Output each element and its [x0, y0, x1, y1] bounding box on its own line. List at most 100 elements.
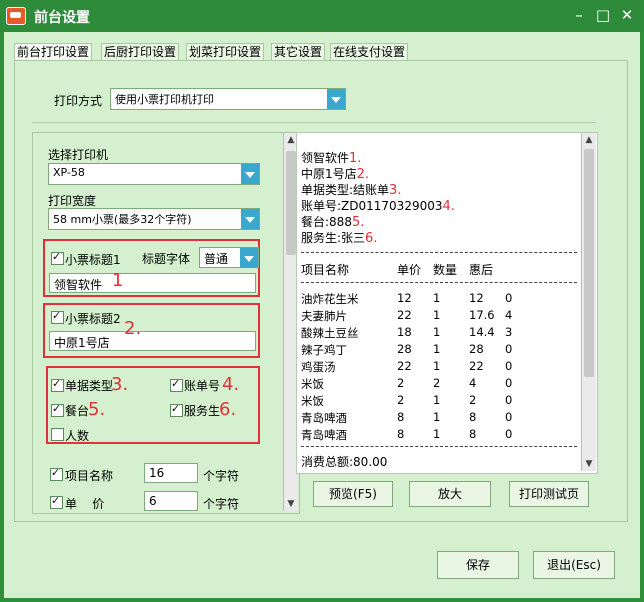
preview-button[interactable]: 预览(F5) [313, 481, 393, 507]
print-mode-value: 使用小票打印机打印 [115, 93, 214, 106]
preview-cell: 28 [469, 342, 484, 356]
preview-cell: 1 [433, 308, 441, 322]
print-test-button[interactable]: 打印测试页 [509, 481, 589, 507]
preview-line-2: 中原1号店2. [301, 167, 370, 182]
preview-cell: 0 [505, 376, 513, 390]
table-label: 餐台 [65, 404, 90, 418]
preview-cell: 2 [469, 393, 477, 407]
price-checkbox[interactable] [50, 494, 63, 509]
preview-cell: 夫妻肺片 [301, 309, 347, 323]
preview-cell: 1 [433, 325, 441, 339]
preview-cell: 0 [505, 427, 513, 441]
bill-no-checkbox[interactable] [170, 377, 183, 392]
preview-cell: 22 [397, 308, 412, 322]
waiter-label: 服务生 [184, 404, 221, 418]
preview-cell: 1 [433, 427, 441, 441]
col-price: 单价 [397, 263, 422, 277]
preview-cell: 0 [505, 342, 513, 356]
annotation-6: 6. [219, 399, 237, 420]
preview-line-6: 服务生:张三6. [301, 231, 378, 246]
print-width-select[interactable]: 58 mm小票(最多32个字符) [48, 208, 260, 230]
item-name-width-input[interactable]: 16 [144, 463, 198, 483]
maximize-button[interactable]: □ [594, 6, 612, 24]
guests-checkbox[interactable] [51, 428, 64, 441]
preview-cell: 鸡蛋汤 [301, 360, 336, 374]
preview-cell: 辣子鸡丁 [301, 343, 347, 357]
printer-select[interactable]: XP-58 [48, 163, 260, 185]
preview-cell: 18 [397, 325, 412, 339]
guests-label: 人数 [65, 429, 90, 443]
preview-line-3: 单据类型:结账单3. [301, 183, 402, 198]
bill-type-checkbox[interactable] [51, 377, 64, 392]
tab-kitchen-print[interactable]: 后厨打印设置 [101, 43, 180, 61]
item-name-width-value: 16 [149, 466, 165, 480]
preview-cell: 22 [397, 359, 412, 373]
preview-cell: 米饭 [301, 394, 324, 408]
minimize-button[interactable]: – [570, 6, 588, 24]
preview-cell: 2 [397, 376, 405, 390]
printer-value: XP-58 [53, 166, 85, 179]
ticket-title2-checkbox[interactable] [51, 309, 64, 324]
scroll-thumb[interactable] [286, 151, 296, 255]
ticket-title2-input[interactable]: 中原1号店 [49, 331, 256, 351]
print-mode-label: 打印方式 [54, 94, 103, 108]
tab-dish-print[interactable]: 划菜打印设置 [186, 43, 265, 61]
item-name-unit: 个字符 [203, 469, 240, 483]
preview-cell: 17.6 [469, 308, 495, 322]
preview-cell: 1 [433, 359, 441, 373]
waiter-checkbox[interactable] [170, 402, 183, 417]
preview-scrollbar[interactable]: ▲ ▼ [581, 133, 596, 471]
preview-cell: 2 [433, 376, 441, 390]
col-qty: 数量 [433, 263, 458, 277]
price-width-input[interactable]: 6 [144, 491, 198, 511]
preview-cell: 3 [505, 325, 513, 339]
annotation-3: 3. [111, 374, 129, 395]
zoom-button[interactable]: 放大 [409, 481, 491, 507]
preview-cell: 油炸花生米 [301, 292, 359, 306]
chevron-down-icon [327, 89, 345, 109]
preview-cell: 4 [469, 376, 477, 390]
annotation-1: 1 [112, 270, 124, 291]
table-checkbox[interactable] [51, 402, 64, 417]
scroll-down-icon[interactable]: ▼ [582, 457, 596, 471]
preview-cell: 8 [397, 410, 405, 424]
tab-front-print[interactable]: 前台打印设置 [14, 43, 93, 61]
preview-cell: 12 [469, 291, 484, 305]
print-mode-select[interactable]: 使用小票打印机打印 [110, 88, 346, 110]
preview-cell: 1 [433, 410, 441, 424]
price-unit: 个字符 [203, 497, 240, 511]
tab-other[interactable]: 其它设置 [271, 43, 326, 61]
preview-cell: 青岛啤酒 [301, 411, 347, 425]
preview-cell: 0 [505, 291, 513, 305]
col-discounted: 惠后 [469, 263, 494, 277]
save-button[interactable]: 保存 [437, 551, 519, 579]
col-item-name: 项目名称 [301, 263, 350, 277]
chevron-down-icon [241, 164, 259, 184]
price-width-value: 6 [149, 494, 157, 508]
ticket-title1-label: 小票标题1 [65, 253, 121, 267]
exit-button[interactable]: 退出(Esc) [533, 551, 615, 579]
preview-cell: 0 [505, 410, 513, 424]
tab-online-pay[interactable]: 在线支付设置 [330, 43, 409, 61]
scroll-thumb[interactable] [584, 149, 594, 377]
preview-cell: 0 [505, 359, 513, 373]
ticket-title1-checkbox[interactable] [51, 250, 64, 265]
scroll-down-icon[interactable]: ▼ [284, 497, 298, 511]
receipt-preview: 领智软件1. 中原1号店2. 单据类型:结账单3. 账单号:ZD01170329… [296, 132, 598, 474]
preview-cell: 12 [397, 291, 412, 305]
ticket-title1-input[interactable]: 领智软件 [49, 273, 256, 293]
scroll-up-icon[interactable]: ▲ [582, 133, 596, 147]
chevron-down-icon [241, 209, 259, 229]
preview-divider [301, 282, 577, 283]
ticket-title2-value: 中原1号店 [54, 336, 110, 350]
preview-cell: 1 [433, 342, 441, 356]
preview-cell: 1 [433, 393, 441, 407]
preview-total: 消费总额:80.00 [301, 455, 388, 469]
title-font-label: 标题字体 [142, 252, 191, 266]
close-button[interactable]: ✕ [618, 6, 636, 24]
preview-line-1: 领智软件1. [301, 151, 362, 166]
item-name-checkbox[interactable] [50, 466, 63, 481]
title-font-select[interactable]: 普通 [199, 247, 259, 268]
chevron-down-icon [240, 248, 258, 268]
annotation-2: 2. [124, 318, 142, 339]
